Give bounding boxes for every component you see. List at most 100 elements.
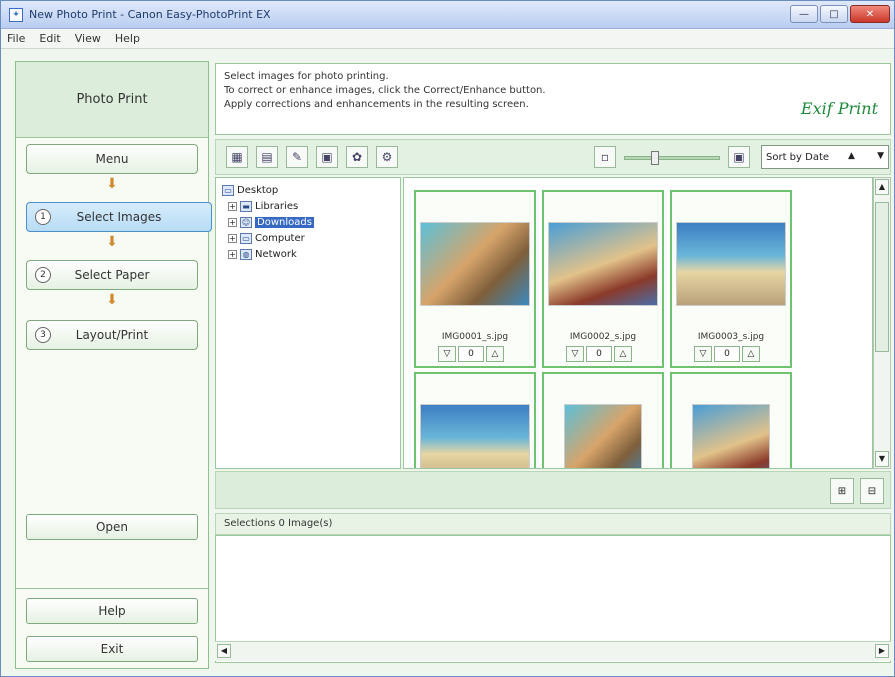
action-bar: ⊞ ⊟ bbox=[215, 471, 891, 509]
effects-icon[interactable]: ✿ bbox=[346, 146, 368, 168]
tree-item-desktop[interactable]: ▭ Desktop bbox=[222, 182, 394, 198]
instruction-line: Apply corrections and enhancements in th… bbox=[224, 99, 529, 110]
photo-thumbnail[interactable] bbox=[564, 404, 642, 468]
step-select-images[interactable]: 1 Select Images bbox=[26, 202, 212, 232]
selection-header: Selections 0 Image(s) bbox=[215, 513, 891, 535]
thumbnail-card[interactable]: IMG0001_s.jpg ▽ 0 △ bbox=[414, 190, 536, 368]
thumbnail-size-slider[interactable] bbox=[624, 151, 720, 165]
scroll-right-icon[interactable]: ▶ bbox=[875, 644, 889, 658]
vertical-scrollbar[interactable]: ▲ ▼ bbox=[873, 177, 891, 469]
copy-controls: ▽ 0 △ bbox=[438, 346, 504, 362]
menu-help[interactable]: Help bbox=[115, 32, 140, 45]
thumbnail-card[interactable]: IMG0002_s.jpg ▽ 0 △ bbox=[542, 190, 664, 368]
decrease-copies-icon[interactable]: ▽ bbox=[694, 346, 712, 362]
tree-item-computer[interactable]: + ▭ Computer bbox=[222, 230, 394, 246]
tree-label: Computer bbox=[255, 232, 305, 244]
sort-label: Sort by Date bbox=[766, 151, 830, 163]
zoom-in-icon[interactable]: ▣ bbox=[728, 146, 750, 168]
menu-view[interactable]: View bbox=[75, 32, 101, 45]
menu-file[interactable]: File bbox=[7, 32, 25, 45]
step-layout-print[interactable]: 3 Layout/Print bbox=[26, 320, 198, 350]
maximize-button[interactable]: □ bbox=[820, 5, 848, 23]
copy-count[interactable]: 0 bbox=[458, 346, 484, 362]
down-arrow-icon: ⬇ bbox=[106, 234, 118, 250]
menu-button-label: Menu bbox=[95, 152, 129, 166]
correct-enhance-icon[interactable]: ✎ bbox=[286, 146, 308, 168]
thumbnail-card[interactable] bbox=[542, 372, 664, 468]
desktop-icon: ▭ bbox=[222, 184, 234, 196]
decrease-copies-icon[interactable]: ▽ bbox=[438, 346, 456, 362]
tree-item-libraries[interactable]: + ▬ Libraries bbox=[222, 198, 394, 214]
preview-icon[interactable]: ▣ bbox=[316, 146, 338, 168]
user-folder-icon: ☺ bbox=[240, 216, 252, 228]
thumbnail-card[interactable] bbox=[414, 372, 536, 468]
folder-tree: ▭ Desktop + ▬ Libraries + ☺ Downloads + … bbox=[215, 177, 401, 469]
photo-thumbnail[interactable] bbox=[692, 404, 770, 468]
tree-item-network[interactable]: + ◍ Network bbox=[222, 246, 394, 262]
step-label: Layout/Print bbox=[75, 328, 149, 342]
step-label: Select Paper bbox=[74, 268, 150, 282]
instruction-line: Select images for photo printing. bbox=[224, 71, 389, 82]
sort-direction-icon[interactable]: ▲ bbox=[848, 151, 855, 161]
grid-view-icon[interactable]: ▦ bbox=[226, 146, 248, 168]
window-controls: — □ ✕ bbox=[790, 5, 890, 23]
photo-thumbnail[interactable] bbox=[548, 222, 658, 306]
increase-copies-icon[interactable]: △ bbox=[486, 346, 504, 362]
slider-knob[interactable] bbox=[651, 151, 659, 165]
increase-copies-icon[interactable]: △ bbox=[742, 346, 760, 362]
menu-edit[interactable]: Edit bbox=[39, 32, 60, 45]
thumbnail-card[interactable] bbox=[670, 372, 792, 468]
increase-copies-icon[interactable]: △ bbox=[614, 346, 632, 362]
zoom-out-icon[interactable]: ▫ bbox=[594, 146, 616, 168]
instruction-line: To correct or enhance images, click the … bbox=[224, 85, 546, 96]
minimize-button[interactable]: — bbox=[790, 5, 818, 23]
settings-icon[interactable]: ⚙ bbox=[376, 146, 398, 168]
scroll-thumb[interactable] bbox=[875, 202, 889, 352]
copy-controls: ▽ 0 △ bbox=[566, 346, 632, 362]
tree-item-downloads[interactable]: + ☺ Downloads bbox=[222, 214, 394, 230]
sort-dropdown[interactable]: Sort by Date ▲ ▼ bbox=[761, 145, 889, 169]
exit-button[interactable]: Exit bbox=[26, 636, 198, 662]
step-number-icon: 3 bbox=[35, 327, 51, 343]
app-window: ✦ New Photo Print - Canon Easy-PhotoPrin… bbox=[0, 0, 895, 677]
file-name: IMG0002_s.jpg bbox=[569, 332, 637, 342]
open-button[interactable]: Open bbox=[26, 514, 198, 540]
menu-bar: File Edit View Help bbox=[1, 29, 894, 49]
scroll-left-icon[interactable]: ◀ bbox=[217, 644, 231, 658]
expand-icon[interactable]: + bbox=[228, 217, 237, 227]
expand-icon[interactable]: + bbox=[228, 201, 237, 211]
down-arrow-icon: ⬇ bbox=[106, 292, 118, 308]
horizontal-scrollbar[interactable]: ◀ ▶ bbox=[215, 641, 891, 661]
close-button[interactable]: ✕ bbox=[850, 5, 890, 23]
copy-count[interactable]: 0 bbox=[586, 346, 612, 362]
network-icon: ◍ bbox=[240, 248, 252, 260]
tree-label: Desktop bbox=[237, 184, 279, 196]
app-icon: ✦ bbox=[9, 7, 23, 22]
scroll-down-icon[interactable]: ▼ bbox=[875, 451, 889, 467]
photo-thumbnail[interactable] bbox=[676, 222, 786, 306]
chevron-down-icon[interactable]: ▼ bbox=[877, 151, 884, 161]
exif-print-logo: Exif Print bbox=[800, 99, 878, 118]
thumbnail-card[interactable]: IMG0003_s.jpg ▽ 0 △ bbox=[670, 190, 792, 368]
clear-selection-icon[interactable]: ⊟ bbox=[860, 478, 884, 504]
select-all-icon[interactable]: ⊞ bbox=[830, 478, 854, 504]
expand-icon[interactable]: + bbox=[228, 249, 237, 259]
divider bbox=[16, 588, 208, 589]
photo-thumbnail[interactable] bbox=[420, 222, 530, 306]
computer-icon: ▭ bbox=[240, 232, 252, 244]
menu-button[interactable]: Menu bbox=[26, 144, 198, 174]
photo-thumbnail[interactable] bbox=[420, 404, 530, 468]
details-icon[interactable]: ▤ bbox=[256, 146, 278, 168]
tree-label: Downloads bbox=[255, 216, 314, 228]
copy-count[interactable]: 0 bbox=[714, 346, 740, 362]
scroll-up-icon[interactable]: ▲ bbox=[875, 179, 889, 195]
down-arrow-icon: ⬇ bbox=[106, 176, 118, 192]
help-button[interactable]: Help bbox=[26, 598, 198, 624]
tree-label: Libraries bbox=[255, 200, 299, 212]
step-label: Select Images bbox=[76, 210, 162, 224]
file-name: IMG0003_s.jpg bbox=[697, 332, 765, 342]
expand-icon[interactable]: + bbox=[228, 233, 237, 243]
decrease-copies-icon[interactable]: ▽ bbox=[566, 346, 584, 362]
step-select-paper[interactable]: 2 Select Paper bbox=[26, 260, 198, 290]
folder-icon: ▬ bbox=[240, 200, 252, 212]
